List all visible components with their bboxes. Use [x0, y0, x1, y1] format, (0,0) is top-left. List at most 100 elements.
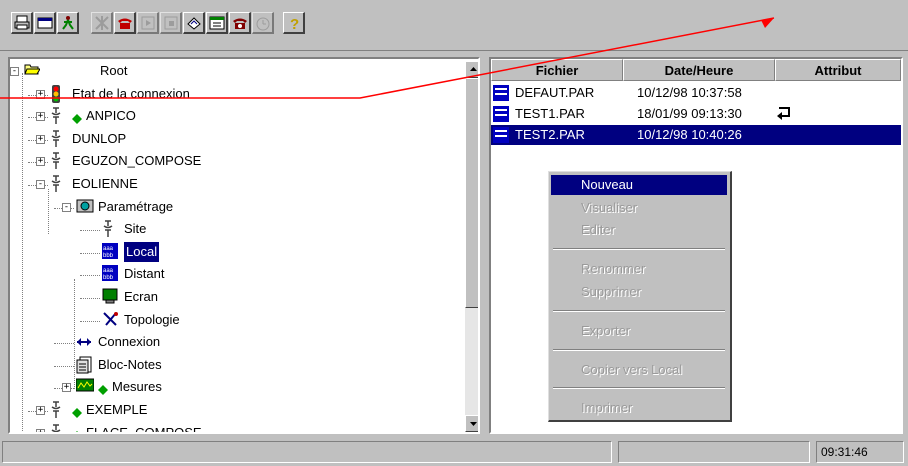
run-icon — [62, 16, 74, 30]
active-marker-icon — [72, 404, 82, 424]
tree-node-label: Ecran — [124, 289, 158, 304]
tree-vertical-scrollbar[interactable] — [465, 61, 478, 432]
svg-text:bbb: bbb — [103, 275, 114, 281]
topology-icon — [102, 311, 120, 333]
alarm-phone-button[interactable] — [229, 12, 251, 34]
help-button[interactable]: ? — [283, 12, 305, 34]
menu-item-nouveau[interactable]: Nouveau — [551, 175, 727, 195]
traffic-light-icon — [50, 84, 62, 109]
calendar-icon — [209, 16, 225, 30]
network-button[interactable] — [91, 12, 113, 34]
status-time: 09:31:46 — [816, 441, 904, 463]
expand-icon[interactable]: + — [36, 112, 45, 122]
help-icon: ? — [290, 16, 299, 31]
menu-separator — [553, 387, 725, 389]
menu-item-renommer[interactable]: Renommer — [551, 259, 727, 279]
tree-node-label: FLACE_COMPOSE — [86, 424, 202, 434]
status-bar: 09:31:46 — [0, 437, 908, 466]
column-header-date[interactable]: Date/Heure — [623, 59, 775, 81]
collapse-icon[interactable]: - — [10, 67, 19, 76]
file-row[interactable]: DEFAUT.PAR 10/12/98 10:37:58 — [491, 83, 901, 103]
tree-node-label: Topologie — [124, 311, 180, 327]
site-icon — [50, 175, 62, 199]
svg-text:bbb: bbb — [103, 253, 114, 259]
file-date: 10/12/98 10:37:58 — [637, 85, 742, 100]
window-button[interactable] — [34, 12, 56, 34]
site-icon — [50, 423, 62, 432]
play-icon — [141, 16, 155, 30]
collapse-icon[interactable]: - — [62, 202, 71, 212]
svg-text:aaa: aaa — [103, 246, 114, 252]
arrow-up-icon — [470, 67, 477, 71]
file-name: DEFAUT.PAR — [515, 85, 595, 100]
site-icon — [50, 152, 62, 176]
scroll-thumb[interactable] — [465, 78, 478, 308]
expand-icon[interactable]: + — [36, 89, 45, 99]
menu-item-editer[interactable]: Editer — [551, 220, 727, 240]
scroll-up-button[interactable] — [465, 61, 478, 78]
menu-item-exporter[interactable]: Exporter — [551, 321, 727, 341]
site-icon — [102, 220, 114, 244]
active-marker-icon — [72, 427, 82, 432]
menu-item-imprimer[interactable]: Imprimer — [551, 398, 727, 418]
stop-button[interactable] — [160, 12, 182, 34]
tree-node-label: Bloc-Notes — [98, 356, 162, 372]
tree-node-label: EGUZON_COMPOSE — [72, 153, 202, 169]
expand-icon[interactable]: + — [36, 428, 45, 432]
file-date: 10/12/98 10:40:26 — [637, 127, 742, 142]
calendar-button[interactable] — [206, 12, 228, 34]
menu-separator — [553, 310, 725, 312]
svg-text:aaa: aaa — [103, 268, 114, 274]
status-panel-middle — [618, 441, 810, 463]
tree-node-label: Site — [124, 221, 147, 237]
document-icon: aaa bbb — [102, 265, 118, 287]
tree-node-label: Mesures — [112, 379, 162, 395]
expand-icon[interactable]: + — [36, 406, 45, 415]
folder-open-icon — [24, 62, 41, 82]
file-name: TEST2.PAR — [515, 127, 585, 142]
tree-node-label: Local — [124, 241, 160, 262]
menu-separator — [553, 349, 725, 351]
tree-node-label: Paramétrage — [98, 198, 174, 214]
menu-item-copier-vers-local[interactable]: Copier vers Local — [551, 360, 727, 380]
expand-icon[interactable]: + — [36, 134, 45, 144]
site-icon — [50, 130, 62, 154]
column-header-attribut[interactable]: Attribut — [775, 59, 901, 81]
tree-node-label: Root — [100, 63, 128, 78]
svg-text:?: ? — [290, 16, 299, 31]
active-marker-icon — [72, 110, 82, 130]
timer-icon — [256, 17, 270, 31]
settings-icon — [76, 198, 94, 220]
collapse-icon[interactable]: - — [36, 180, 45, 189]
expand-icon[interactable]: + — [36, 157, 45, 167]
phone-icon — [118, 18, 132, 29]
column-header-fichier[interactable]: Fichier — [491, 59, 623, 81]
run-button[interactable] — [57, 12, 79, 34]
status-panel-main — [2, 441, 612, 463]
scroll-down-button[interactable] — [465, 415, 478, 432]
play-button[interactable] — [137, 12, 159, 34]
menu-item-supprimer[interactable]: Supprimer — [551, 282, 727, 302]
file-row[interactable]: TEST1.PAR 18/01/99 09:13:30 — [491, 104, 901, 124]
file-date: 18/01/99 09:13:30 — [637, 106, 742, 121]
tree-node-label: DUNLOP — [72, 130, 127, 146]
file-row[interactable]: TEST2.PAR 10/12/98 10:40:26 — [491, 125, 901, 145]
tree-node-label: EOLIENNE — [72, 176, 138, 191]
tree-node-label: ANPICO — [86, 108, 136, 124]
document-icon — [493, 127, 509, 149]
erase-button[interactable] — [183, 12, 205, 34]
menu-item-visualiser[interactable]: Visualiser — [551, 198, 727, 218]
chart-icon — [75, 378, 95, 398]
connection-icon — [76, 333, 92, 353]
screen-icon — [102, 288, 118, 310]
arrow-down-icon — [470, 422, 477, 426]
timer-button[interactable] — [252, 12, 274, 34]
context-menu: Nouveau Visualiser Editer Renommer Supprimer… — [548, 171, 732, 422]
print-button[interactable] — [11, 12, 33, 34]
tree-view[interactable]: - Root + Etat de la connexion + ANPICO + DUNLOP… — [8, 57, 480, 434]
print-icon — [14, 15, 30, 30]
tree-node-label: Distant — [124, 266, 165, 282]
expand-icon[interactable]: + — [62, 383, 71, 393]
phone-button[interactable] — [114, 12, 136, 34]
notes-icon — [76, 356, 94, 380]
